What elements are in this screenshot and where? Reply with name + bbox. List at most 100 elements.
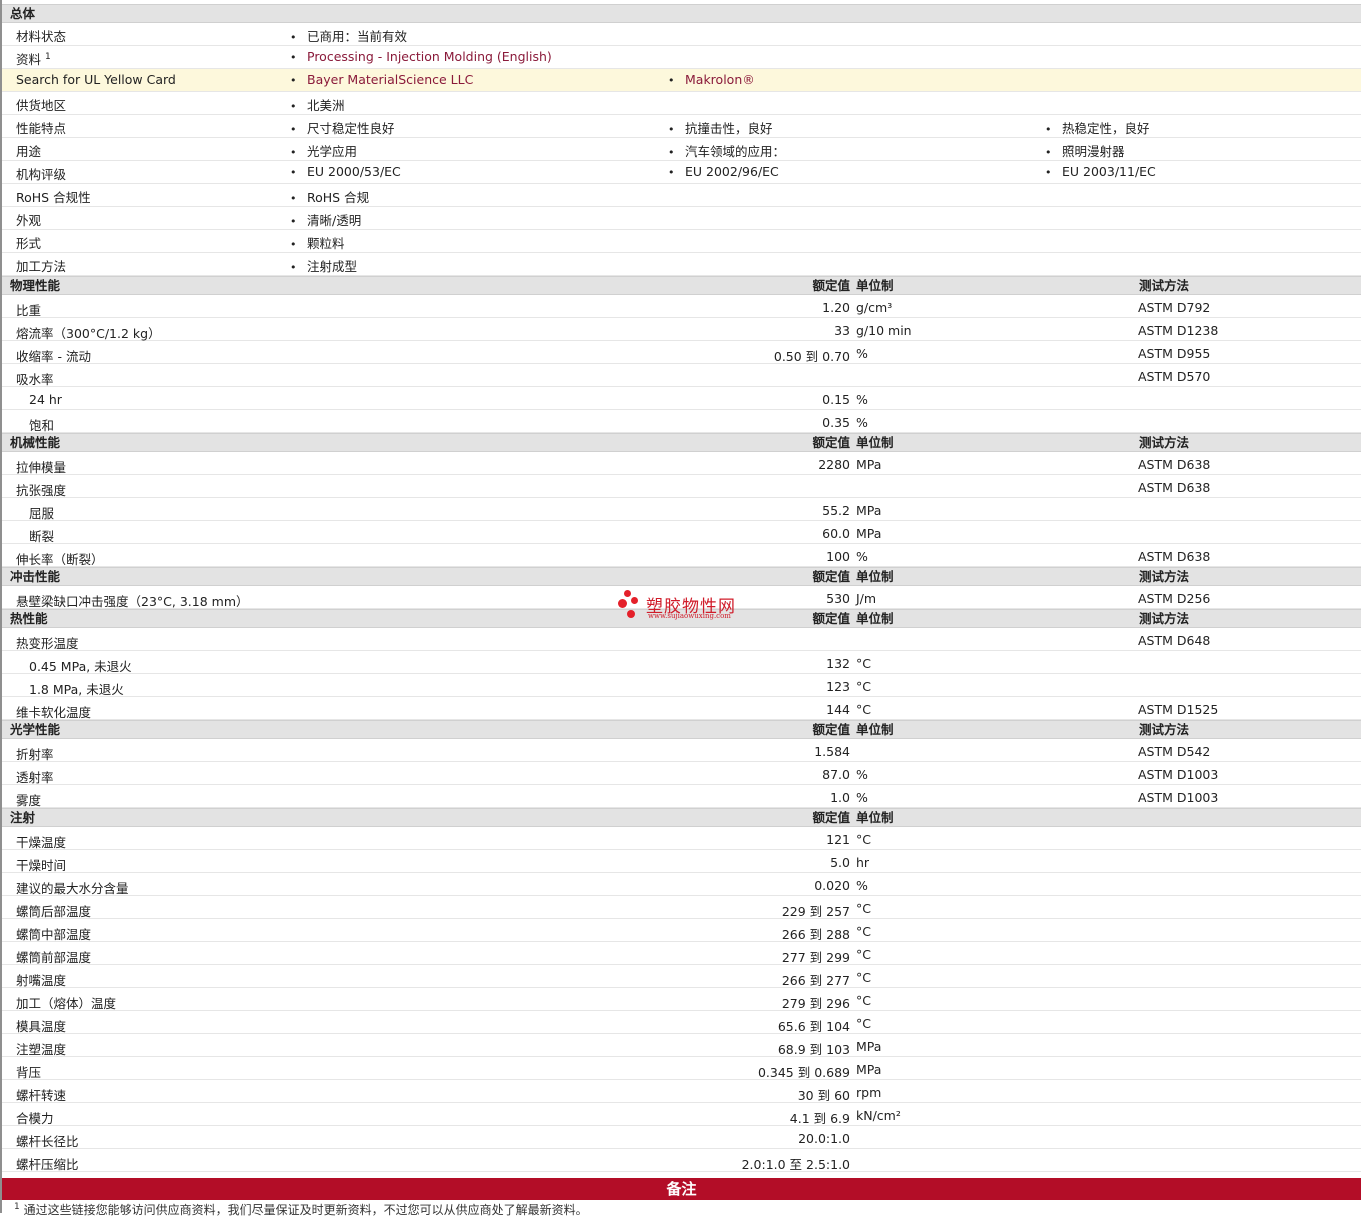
property-label: 干燥温度: [16, 835, 67, 850]
section-title: 机械性能: [10, 435, 61, 450]
property-unit: °C: [856, 924, 871, 939]
row-label: 资料 1: [16, 49, 51, 68]
property-row: 螺筒中部温度 266 到 288 °C: [2, 919, 1361, 942]
bullet-item: 照明漫射器: [1045, 141, 1125, 160]
property-unit: %: [856, 790, 868, 805]
property-row: 透射率 87.0% ASTM D1003: [2, 762, 1361, 785]
property-row: 干燥温度 121 °C: [2, 827, 1361, 850]
row-label-text: RoHS 合规性: [16, 190, 91, 205]
property-value: 277 到 299: [781, 950, 850, 965]
property-unit: MPa: [856, 457, 882, 472]
property-value: 132: [826, 656, 850, 671]
property-label: 1.8 MPa, 未退火: [29, 682, 124, 697]
property-row: 螺杆长径比 20.0:1.0: [2, 1126, 1361, 1149]
property-unit: °C: [856, 970, 871, 985]
link-item[interactable]: Makrolon®: [668, 72, 755, 87]
property-value: 0.35: [822, 415, 850, 430]
property-value: 0.50 到 0.70: [773, 349, 850, 364]
row-label: 形式: [16, 233, 41, 252]
property-label: 吸水率: [16, 372, 54, 387]
row-label-text: 用途: [16, 144, 42, 159]
property-value: 2.0:1.0 至 2.5:1.0: [741, 1157, 850, 1172]
item-text: 汽车领域的应用：: [685, 144, 786, 159]
bullet-item: RoHS 合规: [290, 187, 369, 206]
general-row: 外观 清晰/透明: [2, 207, 1361, 230]
property-unit: °C: [856, 1016, 871, 1031]
property-label: 建议的最大水分含量: [16, 881, 129, 896]
property-value: 60.0: [822, 526, 850, 541]
section-header: 物理性能 额定值 单位制 测试方法: [2, 276, 1361, 295]
test-method: ASTM D1003: [1138, 790, 1219, 805]
row-label-text: Search for UL Yellow Card: [16, 72, 176, 87]
property-unit: %: [856, 346, 868, 361]
property-unit: °C: [856, 947, 871, 962]
item-text: EU 2002/96/EC: [685, 164, 779, 179]
general-row: 机构评级 EU 2000/53/EC EU 2002/96/EC EU 2003/11…: [2, 161, 1361, 184]
property-row: 屈服 55.2 MPa: [2, 498, 1361, 521]
general-row: RoHS 合规性 RoHS 合规: [2, 184, 1361, 207]
property-unit: MPa: [856, 1039, 882, 1054]
bullet-item: 尺寸稳定性良好: [290, 118, 395, 137]
section-header: 冲击性能 额定值 单位制 测试方法: [2, 567, 1361, 586]
item-text: 抗撞击性，良好: [685, 121, 773, 136]
property-row: 24 hr 0.15%: [2, 387, 1361, 410]
row-label: 材料状态: [16, 26, 66, 45]
property-label: 屈服: [29, 506, 55, 521]
column-header-value: 额定值: [812, 435, 850, 450]
footnote-text: 通过这些链接您能够访问供应商资料，我们尽量保证及时更新资料，不过您可以从供应商处…: [23, 1203, 588, 1217]
link-item[interactable]: Processing - Injection Molding (English): [290, 49, 552, 64]
property-label: 饱和: [29, 418, 55, 433]
property-label: 模具温度: [16, 1019, 67, 1034]
property-row: 注塑温度 68.9 到 103 MPa: [2, 1034, 1361, 1057]
general-row: 性能特点 尺寸稳定性良好 抗撞击性，良好 热稳定性，良好: [2, 115, 1361, 138]
property-value: 65.6 到 104: [777, 1019, 850, 1034]
property-value: 266 到 288: [781, 927, 850, 942]
test-method: ASTM D570: [1138, 369, 1211, 384]
property-unit: %: [856, 392, 868, 407]
test-method: ASTM D1238: [1138, 323, 1219, 338]
property-label: 背压: [16, 1065, 42, 1080]
item-text: 清晰/透明: [307, 213, 362, 228]
bullet-item: 清晰/透明: [290, 210, 361, 229]
row-label-text: 材料状态: [16, 29, 67, 44]
general-row: 材料状态 已商用：当前有效: [2, 23, 1361, 46]
property-unit: °C: [856, 901, 871, 916]
property-row: 比重 1.20 g/cm³ ASTM D792: [2, 295, 1361, 318]
row-label-text: 加工方法: [16, 259, 67, 274]
property-row: 拉伸模量 2280 MPa ASTM D638: [2, 452, 1361, 475]
property-label: 伸长率（断裂）: [16, 552, 104, 567]
test-method: ASTM D955: [1138, 346, 1211, 361]
column-header-unit: 单位制: [856, 611, 894, 626]
property-value: 144: [826, 702, 850, 717]
property-row: 加工（熔体）温度 279 到 296 °C: [2, 988, 1361, 1011]
column-header-value: 额定值: [812, 278, 850, 293]
column-header-unit: 单位制: [856, 569, 894, 584]
property-label: 拉伸模量: [16, 460, 67, 475]
row-label[interactable]: Search for UL Yellow Card: [16, 72, 176, 87]
property-label: 24 hr: [29, 392, 62, 407]
row-label: 供货地区: [16, 95, 66, 114]
property-row: 断裂 60.0 MPa: [2, 521, 1361, 544]
item-text: 注射成型: [307, 259, 358, 274]
property-unit: g/cm³: [856, 300, 893, 315]
property-row: 背压 0.345 到 0.689 MPa: [2, 1057, 1361, 1080]
link-item[interactable]: Bayer MaterialScience LLC: [290, 72, 473, 87]
property-label: 比重: [16, 303, 42, 318]
column-header-unit: 单位制: [856, 278, 894, 293]
row-label-text: 性能特点: [16, 121, 67, 136]
row-label: RoHS 合规性: [16, 187, 91, 206]
property-row: 0.45 MPa, 未退火 132 °C: [2, 651, 1361, 674]
row-label: 外观: [16, 210, 41, 229]
general-row: 用途 光学应用 汽车领域的应用： 照明漫射器: [2, 138, 1361, 161]
notes-header: 备注: [2, 1178, 1361, 1200]
general-row: 供货地区 北美洲: [2, 92, 1361, 115]
section-title: 总体: [10, 6, 36, 21]
column-header-unit: 单位制: [856, 810, 894, 825]
section-title: 物理性能: [10, 278, 61, 293]
test-method: ASTM D648: [1138, 633, 1211, 648]
property-row: 螺杆转速 30 到 60 rpm: [2, 1080, 1361, 1103]
test-method: ASTM D638: [1138, 457, 1211, 472]
general-row: 加工方法 注射成型: [2, 253, 1361, 276]
bullet-item: 热稳定性，良好: [1045, 118, 1150, 137]
footnote-number: 1: [14, 1202, 20, 1212]
